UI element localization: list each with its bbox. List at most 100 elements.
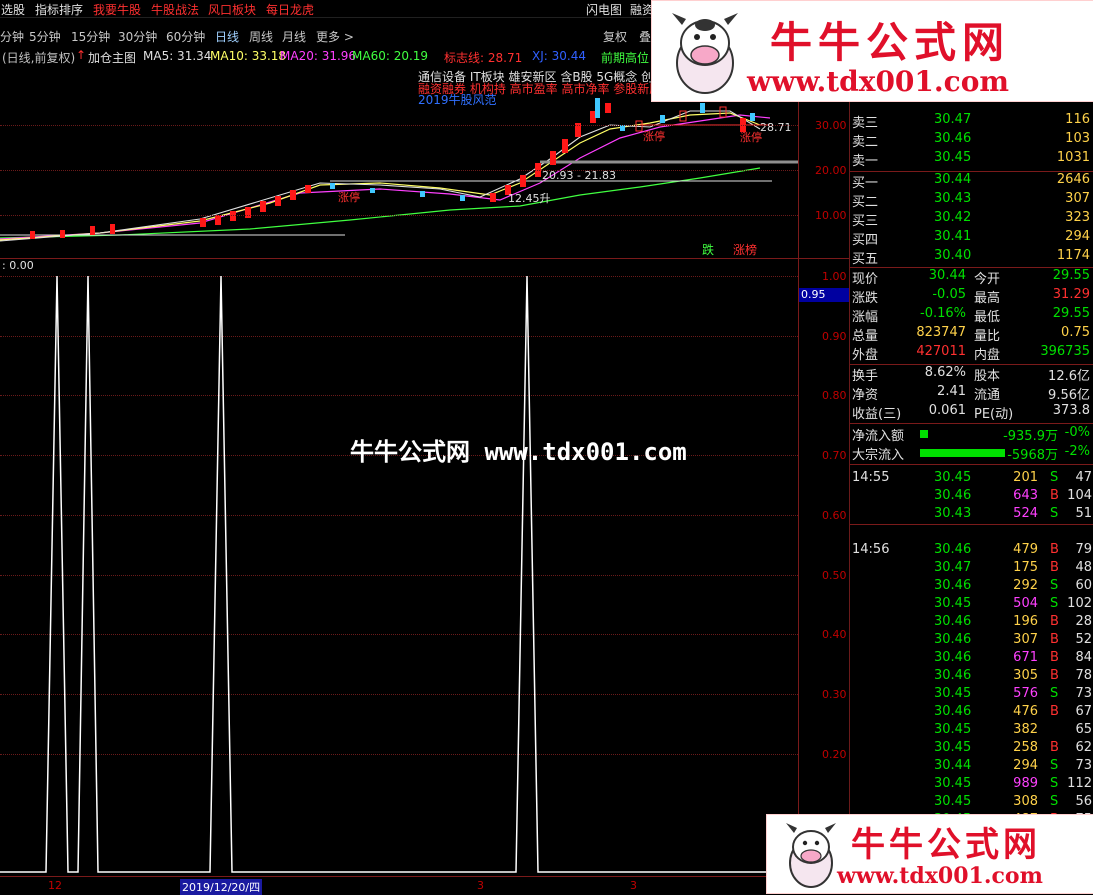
- value-liangbi: 0.75: [1061, 325, 1090, 340]
- low-price-label: 12.45升: [508, 192, 551, 205]
- period-15min[interactable]: 15分钟: [71, 28, 110, 45]
- orderbook-sell-1: 卖一 30.45 1031: [850, 150, 1093, 169]
- flow-row-block: 大宗流入 -5968万 -2%: [850, 444, 1093, 463]
- trade-volume: 258: [1013, 740, 1038, 755]
- value-zongliang: 823747: [916, 325, 966, 340]
- trade-price: 30.45: [934, 740, 972, 755]
- trade-count: 102: [1067, 596, 1092, 611]
- cow-mascot-icon-small: [786, 823, 836, 888]
- trade-volume: 671: [1013, 650, 1038, 665]
- value-zhangdie: -0.05: [932, 287, 966, 302]
- sell-2-price: 30.46: [934, 131, 972, 146]
- menu-xuangu[interactable]: 选股: [1, 1, 25, 18]
- promo-url[interactable]: www.tdx001.com: [747, 65, 1009, 98]
- trade-volume: 989: [1013, 776, 1038, 791]
- trade-side: B: [1050, 542, 1059, 557]
- date-label-selected: 2019/12/20/四: [180, 879, 263, 895]
- label-pe: PE(动): [974, 407, 1014, 422]
- trade-count: 56: [1075, 794, 1092, 809]
- candles: [30, 103, 746, 239]
- label-huanshou: 换手: [852, 369, 879, 384]
- sell-3-vol: 116: [1065, 112, 1090, 127]
- trade-row: 14:55 30.45 201 S 47: [850, 470, 1093, 488]
- fuquan-button[interactable]: 复权: [603, 28, 627, 45]
- overlay-button[interactable]: 叠: [639, 28, 651, 45]
- trade-count: 73: [1075, 758, 1092, 773]
- trade-row: 30.43 524 S 51: [850, 506, 1093, 524]
- trade-row: 30.45 504 S 102: [850, 596, 1093, 614]
- trade-count: 28: [1075, 614, 1092, 629]
- menu-meiri-longhu[interactable]: 每日龙虎: [266, 1, 314, 18]
- grid-line-10: [0, 215, 798, 216]
- menu-fengkou-bankuai[interactable]: 风口板块: [208, 1, 256, 18]
- period-more[interactable]: 更多 >: [316, 28, 354, 45]
- value-liutong: 9.56亿: [1048, 388, 1090, 403]
- trade-row: 30.44 294 S 73: [850, 758, 1093, 776]
- promo-url-bottom[interactable]: www.tdx001.com: [837, 863, 1043, 889]
- trade-side: S: [1050, 470, 1059, 485]
- promo-banner-top[interactable]: 牛牛公式网 www.tdx001.com: [651, 0, 1093, 102]
- trade-price: 30.45: [934, 722, 972, 737]
- quote-row-change: 涨跌 -0.05 最高 31.29: [850, 287, 1093, 306]
- period-1min[interactable]: 分钟: [0, 28, 24, 45]
- fund-row-netasset: 净资 2.41 流通 9.56亿: [850, 384, 1093, 403]
- period-60min[interactable]: 60分钟: [166, 28, 205, 45]
- signal-subchart[interactable]: [0, 262, 798, 874]
- trade-count: 51: [1075, 506, 1092, 521]
- trade-price: 30.46: [934, 542, 972, 557]
- trade-count: 52: [1075, 632, 1092, 647]
- current-value-marker: 0.95: [799, 288, 851, 302]
- label-shouyi: 收益(三): [852, 407, 902, 422]
- trade-row: 14:56 30.46 479 B 79: [850, 542, 1093, 560]
- trade-row: 30.46 196 B 28: [850, 614, 1093, 632]
- axis-label-0.90: 0.90: [822, 330, 847, 343]
- subchart-separator: [0, 258, 849, 259]
- menu-woyao-niugu[interactable]: 我要牛股: [93, 1, 141, 18]
- trade-side: B: [1050, 650, 1059, 665]
- trade-price: 30.45: [934, 794, 972, 809]
- period-weekly[interactable]: 周线: [249, 28, 273, 45]
- period-5min[interactable]: 5分钟: [29, 28, 61, 45]
- trade-count: 73: [1075, 686, 1092, 701]
- period-daily[interactable]: 日线: [215, 28, 239, 45]
- menu-zhibiao-paixu[interactable]: 指标排序: [35, 1, 83, 18]
- die-label: 跌: [702, 243, 715, 257]
- orderbook-buy-1: 买一 30.44 2646: [850, 172, 1093, 191]
- value-zhangfu: -0.16%: [920, 306, 966, 321]
- trade-volume: 307: [1013, 632, 1038, 647]
- trade-count: 84: [1075, 650, 1092, 665]
- menu-shandian-tu[interactable]: 闪电图: [586, 1, 622, 18]
- value-jingzi: 2.41: [937, 384, 966, 399]
- chart-axis-separator: [798, 46, 799, 892]
- orderbook-sell-2: 卖二 30.46 103: [850, 131, 1093, 150]
- trade-count: 65: [1075, 722, 1092, 737]
- period-monthly[interactable]: 月线: [282, 28, 306, 45]
- trade-side: B: [1050, 632, 1059, 647]
- xj-value: XJ: 30.44: [532, 49, 586, 63]
- trade-count: 60: [1075, 578, 1092, 593]
- trade-volume: 292: [1013, 578, 1038, 593]
- axis-label-30: 30.00: [815, 119, 847, 132]
- trade-price: 30.45: [934, 596, 972, 611]
- orderbook-sell-3: 卖三 30.47 116: [850, 112, 1093, 131]
- promo-banner-bottom[interactable]: 牛牛公式网 www.tdx001.com: [766, 814, 1093, 894]
- trade-price: 30.46: [934, 704, 972, 719]
- trade-side: B: [1050, 740, 1059, 755]
- center-watermark: 牛牛公式网 www.tdx001.com: [350, 438, 687, 466]
- buy-4-vol: 294: [1065, 229, 1090, 244]
- buy-5-vol: 1174: [1056, 248, 1090, 263]
- buy-2-price: 30.43: [934, 191, 972, 206]
- period-30min[interactable]: 30分钟: [118, 28, 157, 45]
- buy-4-price: 30.41: [934, 229, 972, 244]
- axis-label-0.40: 0.40: [822, 628, 847, 641]
- pct-jingliuru: -0%: [1064, 425, 1090, 440]
- trade-volume: 308: [1013, 794, 1038, 809]
- ma5-value: MA5: 31.34: [143, 49, 212, 63]
- promo-title-bottom: 牛牛公式网: [851, 825, 1041, 865]
- menu-niugu-zhanfa[interactable]: 牛股战法: [151, 1, 199, 18]
- label-neipan: 内盘: [974, 348, 1001, 363]
- biaozhi-price-label: 28.71: [760, 121, 792, 134]
- trade-row: 30.46 307 B 52: [850, 632, 1093, 650]
- trade-count: 79: [1075, 542, 1092, 557]
- trade-row: 30.45 989 S 112: [850, 776, 1093, 794]
